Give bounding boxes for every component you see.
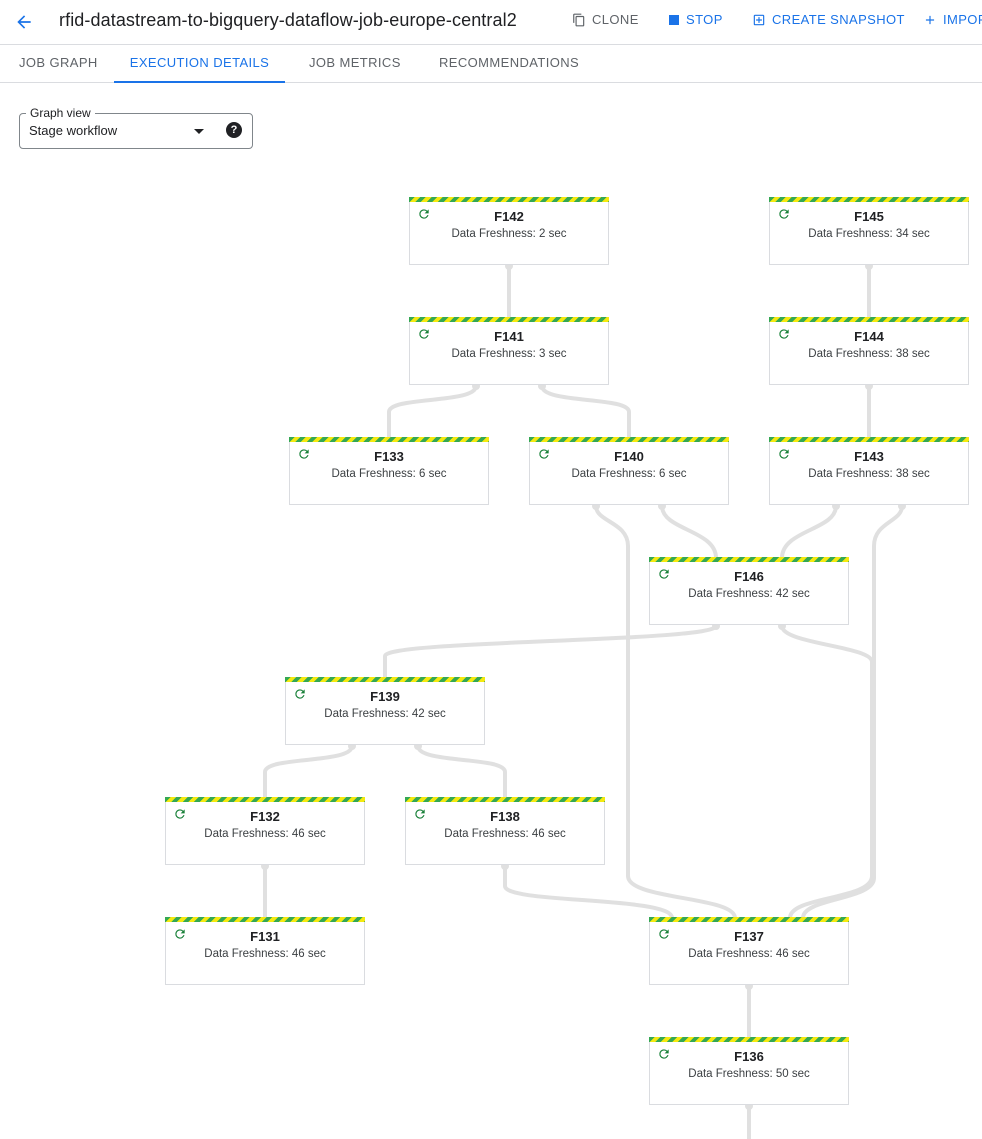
stage-freshness: Data Freshness: 46 sec [204, 828, 326, 840]
stage-node-f133[interactable]: F133 Data Freshness: 6 sec [289, 437, 489, 505]
stage-node-f141[interactable]: F141 Data Freshness: 3 sec [409, 317, 609, 385]
stage-node-f139[interactable]: F139 Data Freshness: 42 sec [285, 677, 485, 745]
stage-freshness: Data Freshness: 6 sec [571, 468, 687, 480]
edge-f139-f132 [263, 744, 354, 800]
stage-freshness: Data Freshness: 38 sec [808, 468, 930, 480]
stage-freshness: Data Freshness: 2 sec [451, 228, 567, 240]
edge-f139-f138 [416, 744, 507, 800]
stage-freshness: Data Freshness: 46 sec [444, 828, 566, 840]
running-stripe [405, 797, 605, 802]
running-stripe [529, 437, 729, 442]
stage-node-f136[interactable]: F136 Data Freshness: 50 sec [649, 1037, 849, 1105]
edge-f140-f146 [660, 504, 718, 560]
stage-name: F132 [250, 809, 280, 824]
edge-f141-f133 [387, 384, 478, 440]
stage-name: F137 [734, 929, 764, 944]
edge-f141-f140 [540, 384, 631, 440]
stage-node-f143[interactable]: F143 Data Freshness: 38 sec [769, 437, 969, 505]
running-stripe [769, 437, 969, 442]
running-stripe [165, 917, 365, 922]
edge-f146-f139 [383, 624, 718, 680]
stage-freshness: Data Freshness: 42 sec [688, 588, 810, 600]
running-stripe [409, 317, 609, 322]
running-stripe [769, 317, 969, 322]
stage-node-f140[interactable]: F140 Data Freshness: 6 sec [529, 437, 729, 505]
running-stripe [289, 437, 489, 442]
stage-name: F131 [250, 929, 280, 944]
stage-node-f142[interactable]: F142 Data Freshness: 2 sec [409, 197, 609, 265]
running-stripe [769, 197, 969, 202]
running-stripe [285, 677, 485, 682]
stage-freshness: Data Freshness: 6 sec [331, 468, 447, 480]
stage-name: F144 [854, 329, 884, 344]
stage-name: F140 [614, 449, 644, 464]
stage-freshness: Data Freshness: 50 sec [688, 1068, 810, 1080]
stage-name: F139 [370, 689, 400, 704]
running-stripe [409, 197, 609, 202]
stage-freshness: Data Freshness: 38 sec [808, 348, 930, 360]
stage-freshness: Data Freshness: 3 sec [451, 348, 567, 360]
edge-f146-f137 [780, 624, 874, 920]
stage-freshness: Data Freshness: 46 sec [688, 948, 810, 960]
stage-freshness: Data Freshness: 34 sec [808, 228, 930, 240]
stage-freshness: Data Freshness: 42 sec [324, 708, 446, 720]
running-stripe [165, 797, 365, 802]
running-stripe [649, 917, 849, 922]
running-stripe [649, 1037, 849, 1042]
stage-node-f145[interactable]: F145 Data Freshness: 34 sec [769, 197, 969, 265]
edge-f143-f146 [780, 504, 838, 560]
stage-freshness: Data Freshness: 46 sec [204, 948, 326, 960]
stage-name: F136 [734, 1049, 764, 1064]
stage-node-f138[interactable]: F138 Data Freshness: 46 sec [405, 797, 605, 865]
stage-name: F138 [490, 809, 520, 824]
stage-name: F133 [374, 449, 404, 464]
stage-name: F145 [854, 209, 884, 224]
stage-node-f144[interactable]: F144 Data Freshness: 38 sec [769, 317, 969, 385]
stage-name: F143 [854, 449, 884, 464]
stage-name: F146 [734, 569, 764, 584]
stage-name: F141 [494, 329, 524, 344]
stage-name: F142 [494, 209, 524, 224]
stage-node-f131[interactable]: F131 Data Freshness: 46 sec [165, 917, 365, 985]
stage-node-f137[interactable]: F137 Data Freshness: 46 sec [649, 917, 849, 985]
running-stripe [649, 557, 849, 562]
stage-node-f146[interactable]: F146 Data Freshness: 42 sec [649, 557, 849, 625]
stage-node-f132[interactable]: F132 Data Freshness: 46 sec [165, 797, 365, 865]
